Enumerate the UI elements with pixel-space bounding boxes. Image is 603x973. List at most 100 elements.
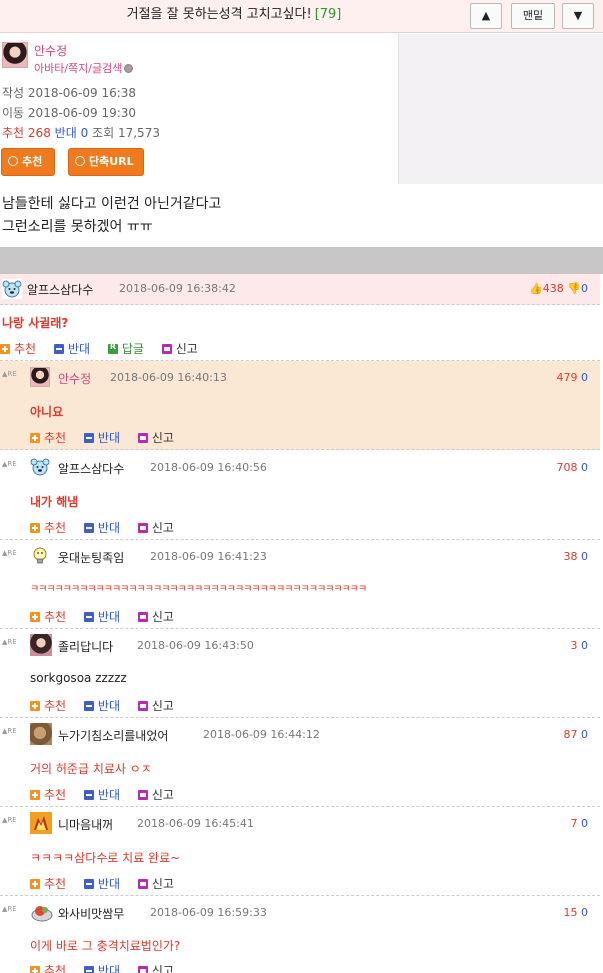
author-name[interactable]: 안수정	[34, 42, 67, 59]
recommend-label: 추천	[44, 788, 67, 802]
report-label: 신고	[151, 521, 174, 535]
comment-author[interactable]: 와사비맛쌈무	[58, 905, 124, 922]
comment-up-count[interactable]: 38	[564, 550, 578, 563]
report-icon	[137, 523, 148, 533]
comment-votes: 479 0	[557, 371, 589, 384]
comment-down-count[interactable]: 0	[581, 817, 588, 830]
oppose-label: 반대	[97, 610, 121, 624]
food-bowl-avatar-icon[interactable]	[30, 901, 54, 923]
comment-text: 나랑 사귈래?	[2, 316, 69, 330]
comment-oppose-button[interactable]: 반대	[83, 608, 121, 625]
minus-icon	[83, 966, 94, 973]
comment-recommend-button[interactable]: 추천	[0, 340, 36, 357]
plus-icon	[30, 701, 40, 711]
comment-down-count[interactable]: 0	[581, 461, 588, 474]
comment-oppose-button[interactable]: 반대	[83, 875, 120, 892]
comment-report-button[interactable]: 신고	[161, 340, 198, 357]
comment-recommend-button[interactable]: 추천	[30, 429, 66, 446]
author-avatar[interactable]	[2, 42, 28, 68]
post-body-line: 남들한테 싫다고 이런건 아닌거같다고	[2, 196, 222, 212]
comment-report-button[interactable]: 신고	[137, 786, 174, 803]
comment-up-count[interactable]: 708	[557, 461, 578, 474]
comment-actions: 추천 반대 신고	[30, 429, 188, 446]
comment-oppose-button[interactable]: 반대	[83, 786, 120, 803]
comment-author[interactable]: 안수정	[58, 370, 91, 387]
short-url-button[interactable]: 단축URL	[68, 148, 144, 176]
oppose-label: 반대	[97, 699, 121, 713]
comment-report-button[interactable]: 신고	[137, 429, 174, 446]
recommend-button[interactable]: 추천	[1, 148, 55, 176]
lightbulb-avatar-icon[interactable]	[30, 546, 50, 566]
plus-icon	[0, 344, 10, 354]
scroll-bottom-button[interactable]: 맨밑	[511, 3, 555, 29]
comment-author[interactable]: 웃대눈팅족임	[58, 549, 124, 566]
comment-oppose-button[interactable]: 반대	[83, 429, 121, 446]
comment-author[interactable]: 알프스삼다수	[58, 460, 124, 477]
status-dot-icon	[124, 64, 134, 73]
comment-up-count[interactable]: 479	[557, 371, 578, 384]
comment-recommend-button[interactable]: 추천	[30, 519, 66, 536]
comment-recommend-button[interactable]: 추천	[30, 608, 66, 625]
comment-oppose-button[interactable]: 반대	[83, 697, 121, 714]
comment-author[interactable]: 졸리답니다	[58, 638, 113, 655]
post-body-line: 그런소리를 못하겠어 ㅠㅠ	[2, 219, 153, 235]
comment-author[interactable]: 알프스삼다수	[27, 281, 93, 298]
comment-actions: 추천 반대 신고	[30, 519, 188, 536]
comment-report-button[interactable]: 신고	[137, 519, 174, 536]
comment-count[interactable]: [79]	[315, 7, 342, 22]
ad-area	[398, 34, 603, 184]
comment-recommend-button[interactable]: 추천	[30, 697, 66, 714]
comment-down-count[interactable]: 0	[581, 906, 588, 919]
comment-down-count[interactable]: 0	[581, 371, 588, 384]
written-label: 작성	[2, 86, 25, 100]
comment-recommend-button[interactable]: 추천	[30, 962, 66, 973]
author-avatar-icon[interactable]	[30, 367, 50, 387]
reply-icon	[107, 342, 118, 354]
bear-avatar-icon[interactable]	[2, 279, 22, 299]
reply-marker: ▲RE	[2, 816, 17, 824]
comment-actions: 추천 반대 답글 신고	[0, 340, 212, 357]
scroll-down-button[interactable]: ▼	[562, 3, 594, 29]
oppose-label: 반대	[97, 431, 121, 445]
comment-down-count: 0	[581, 282, 588, 295]
reply-marker: ▲RE	[2, 905, 17, 913]
flame-badge-avatar-icon[interactable]	[30, 812, 52, 834]
recommend-button-label: 추천	[22, 155, 43, 168]
comment-recommend-button[interactable]: 추천	[30, 786, 66, 803]
minus-icon	[83, 790, 94, 800]
comment-up-count[interactable]: 87	[564, 728, 578, 741]
scroll-up-button[interactable]: ▲	[470, 3, 502, 29]
comment-author[interactable]: 누가기침소리를내었어	[58, 727, 168, 744]
reply-marker: ▲RE	[2, 638, 17, 646]
user-photo-avatar[interactable]	[30, 634, 52, 656]
plus-icon	[30, 966, 40, 973]
recommend-label: 추천	[44, 521, 67, 535]
comment-report-button[interactable]: 신고	[137, 697, 174, 714]
comment-report-button[interactable]: 신고	[137, 962, 174, 973]
user-photo-avatar[interactable]	[30, 723, 52, 745]
comment-up-count[interactable]: 7	[571, 817, 578, 830]
comment-down-count[interactable]: 0	[581, 728, 588, 741]
comment-item: ▲RE 니마음내꺼 2018-06-09 16:45:41 7 0 ㅋㅋㅋㅋ삼다…	[0, 807, 600, 896]
comment-report-button[interactable]: 신고	[137, 875, 174, 892]
comment-item: ▲RE 누가기침소리를내었어 2018-06-09 16:44:12 87 0 …	[0, 718, 600, 807]
comment-author[interactable]: 니마음내꺼	[58, 816, 113, 833]
author-links[interactable]: 아바타/쪽지/글검색	[34, 60, 134, 76]
comment-votes: 708 0	[557, 461, 589, 474]
comment-oppose-button[interactable]: 반대	[83, 962, 120, 973]
thumb-up-icon[interactable]: 👍	[529, 282, 543, 295]
comment-down-count[interactable]: 0	[581, 639, 588, 652]
comment-recommend-button[interactable]: 추천	[30, 875, 66, 892]
comment-report-button[interactable]: 신고	[137, 608, 174, 625]
comment-down-count[interactable]: 0	[581, 550, 588, 563]
comment-oppose-button[interactable]: 반대	[83, 519, 120, 536]
comment-up-count[interactable]: 3	[571, 639, 578, 652]
comment-up-count[interactable]: 15	[564, 906, 578, 919]
author-links-text[interactable]: 아바타/쪽지/글검색	[34, 62, 122, 75]
bear-avatar-icon[interactable]	[30, 457, 50, 477]
comment-reply-button[interactable]: 답글	[107, 340, 144, 357]
comment-oppose-button[interactable]: 반대	[53, 340, 90, 357]
recommend-label: 추천	[44, 610, 67, 624]
recommend-label: 추천	[2, 126, 25, 140]
thumb-down-icon[interactable]: 👎	[567, 282, 581, 295]
